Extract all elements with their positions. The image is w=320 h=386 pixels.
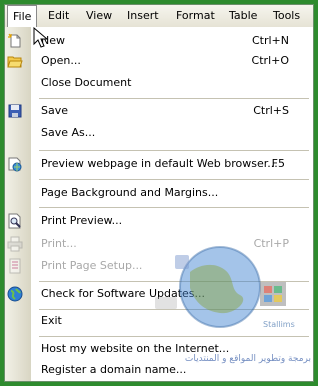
application-window: File Edit View Insert Format Table Tools…	[4, 4, 314, 382]
globe-icon	[7, 286, 23, 302]
menu-item-page-background[interactable]: Page Background and Margins...	[31, 183, 313, 203]
menu-item-label: Exit	[41, 314, 62, 327]
menu-insert[interactable]: Insert	[122, 5, 164, 27]
menu-separator	[39, 98, 309, 99]
menu-format[interactable]: Format	[171, 5, 220, 27]
menu-item-label: Open...	[41, 54, 81, 67]
menu-item-save[interactable]: Save Ctrl+S	[8, 101, 313, 121]
menu-item-save-as[interactable]: Save As...	[31, 123, 313, 143]
mouse-cursor-icon	[33, 27, 49, 48]
menu-item-open[interactable]: Open... Ctrl+O	[7, 51, 313, 71]
menu-edit[interactable]: Edit	[43, 5, 74, 27]
menu-item-shortcut: Ctrl+S	[253, 104, 289, 117]
menu-item-new[interactable]: New Ctrl+N	[8, 31, 313, 51]
menu-item-preview-webpage[interactable]: Preview webpage in default Web browser..…	[8, 154, 313, 174]
menu-table[interactable]: Table	[224, 5, 262, 27]
menu-item-shortcut: F5	[271, 157, 285, 170]
menu-separator	[39, 207, 309, 208]
menu-separator	[39, 150, 309, 151]
menu-item-label: Close Document	[41, 76, 132, 89]
menu-item-close-document[interactable]: Close Document	[31, 73, 313, 93]
menu-item-label: Save	[41, 104, 69, 117]
menu-icon-gutter	[5, 27, 31, 381]
new-document-icon	[7, 33, 23, 49]
watermark-logo-name: Stallims	[263, 320, 295, 329]
menu-item-label: Print Preview...	[41, 214, 123, 227]
open-folder-icon	[7, 53, 23, 69]
menu-item-print-preview[interactable]: Print Preview...	[8, 211, 313, 231]
menu-bar: File Edit View Insert Format Table Tools	[5, 5, 313, 28]
watermark-text: برمجة وتطوير المواقع و المنتديات	[184, 354, 311, 364]
menu-item-shortcut: Ctrl+N	[251, 34, 289, 47]
menu-item-shortcut: Ctrl+O	[251, 54, 289, 67]
menu-item-label: Print...	[41, 237, 77, 250]
menu-item-label: Save As...	[41, 126, 96, 139]
menu-item-label: Preview webpage in default Web browser..…	[41, 157, 278, 170]
watermark-logo: Stallims	[155, 246, 295, 329]
printer-icon	[7, 236, 23, 252]
print-preview-icon	[7, 213, 23, 229]
menu-tools[interactable]: Tools	[268, 5, 305, 27]
page-setup-icon	[7, 258, 23, 274]
menu-separator	[39, 179, 309, 180]
preview-browser-icon	[7, 156, 23, 172]
save-floppy-icon	[7, 103, 23, 119]
menu-file[interactable]: File	[7, 5, 38, 28]
menu-item-label: Page Background and Margins...	[41, 186, 219, 199]
menu-view[interactable]: View	[81, 5, 117, 27]
menu-item-label: Print Page Setup...	[41, 259, 143, 272]
